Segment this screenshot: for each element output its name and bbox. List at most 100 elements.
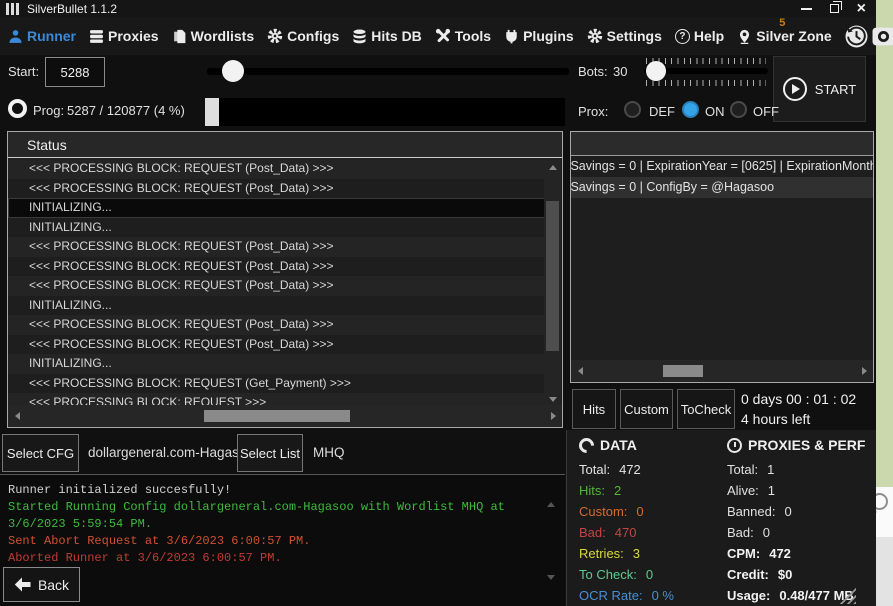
back-arrow-icon [14, 577, 31, 592]
menu-tools[interactable]: Tools [435, 28, 491, 44]
data-stats: DATA Total:472 Hits:2 Custom:0 Bad:470 R… [579, 437, 674, 606]
prog-label: Prog: [33, 103, 64, 118]
status-horizontal-scrollbar[interactable] [8, 405, 562, 427]
wordlist-name: MHQ [313, 445, 345, 460]
history-clock-icon[interactable] [845, 25, 868, 48]
scroll-right-arrow[interactable] [855, 360, 873, 382]
location-pin-icon [737, 29, 752, 44]
prox-def-label[interactable]: DEF [649, 104, 675, 119]
scrollbar-thumb[interactable] [204, 410, 350, 422]
menu-wordlists[interactable]: Wordlists [172, 28, 255, 44]
elapsed-time: 0 days 00 : 01 : 02 [741, 389, 856, 409]
log-line: Aborted Runner at 3/6/2023 6:00:57 PM. [8, 550, 557, 567]
prox-off-label[interactable]: OFF [753, 104, 779, 119]
stat-bad: Bad:470 [579, 522, 674, 543]
menu-help[interactable]: ? Help [675, 28, 724, 44]
bots-slider-thumb[interactable] [646, 61, 666, 81]
status-row[interactable]: INITIALIZING... [8, 296, 545, 316]
camera-icon[interactable] [872, 25, 893, 48]
capture-detail-panel: tSavings = 0 | ExpirationYear = [0625] |… [570, 131, 874, 383]
capture-row[interactable]: tSavings = 0 | ExpirationYear = [0625] |… [570, 156, 873, 177]
menu-plugins[interactable]: Plugins [504, 28, 574, 44]
progress-bar [205, 98, 565, 126]
plug-icon [504, 29, 519, 44]
document-icon [172, 29, 187, 44]
menu-hits-db[interactable]: Hits DB [352, 28, 422, 44]
status-list: <<< PROCESSING BLOCK: REQUEST (Post_Data… [8, 159, 545, 407]
scroll-right-arrow[interactable] [544, 405, 562, 427]
status-row-selected[interactable]: INITIALIZING... [8, 198, 545, 218]
menu-settings[interactable]: Settings [587, 28, 662, 44]
status-row[interactable]: <<< PROCESSING BLOCK: REQUEST (Post_Data… [8, 159, 545, 179]
log-line: Runner initialized succesfully! [8, 482, 557, 499]
screen: SilverBullet 1.1.2 × Runner Proxies Word… [0, 0, 893, 606]
bots-label: Bots: [578, 64, 608, 79]
scrollbar-thumb[interactable] [663, 365, 703, 377]
status-column-header: Status [8, 132, 562, 158]
capture-row-selected[interactable]: tSavings = 0 | ConfigBy = @Hagasoo [570, 177, 873, 198]
performance-icon [727, 438, 742, 453]
maximize-button[interactable] [830, 1, 839, 17]
stat-ocr-rate: OCR Rate:0 % [579, 585, 674, 606]
tab-custom[interactable]: Custom [620, 389, 673, 429]
perf-credit: Credit:$0 [727, 564, 865, 585]
start-slider-thumb[interactable] [222, 60, 244, 82]
proxy-banned: Banned:0 [727, 501, 865, 522]
runner-log: Runner initialized succesfully! Started … [0, 474, 565, 606]
app-logo-icon [6, 3, 19, 15]
silverbullet-window: SilverBullet 1.1.2 × Runner Proxies Word… [0, 0, 876, 606]
prox-on-label[interactable]: ON [705, 104, 725, 119]
menu-silver-zone[interactable]: 5 Silver Zone [737, 28, 831, 44]
status-row[interactable]: <<< PROCESSING BLOCK: REQUEST (Post_Data… [8, 257, 545, 277]
gear-icon [587, 28, 603, 44]
minimize-button[interactable] [801, 1, 812, 17]
tab-tocheck[interactable]: ToCheck [677, 389, 735, 429]
select-cfg-button[interactable]: Select CFG [2, 434, 79, 472]
back-button[interactable]: Back [3, 567, 80, 602]
runner-person-icon [8, 29, 23, 44]
proxy-bad: Bad:0 [727, 522, 865, 543]
prox-radio-on[interactable] [682, 101, 699, 118]
proxy-total: Total:1 [727, 459, 865, 480]
scrollbar-thumb[interactable] [546, 201, 559, 351]
status-row[interactable]: <<< PROCESSING BLOCK: REQUEST (Post_Data… [8, 179, 545, 199]
menu-runner[interactable]: Runner [8, 28, 76, 44]
bots-slider[interactable] [644, 68, 768, 74]
stat-tocheck: To Check:0 [579, 564, 674, 585]
scroll-up-arrow[interactable] [544, 159, 561, 175]
detail-horizontal-scrollbar[interactable] [571, 360, 873, 382]
status-row[interactable]: INITIALIZING... [8, 218, 545, 238]
stat-total: Total:472 [579, 459, 674, 480]
status-row[interactable]: <<< PROCESSING BLOCK: REQUEST (Post_Data… [8, 335, 545, 355]
scroll-left-arrow[interactable] [8, 405, 26, 427]
scroll-left-arrow[interactable] [571, 360, 589, 382]
status-row[interactable]: <<< PROCESSING BLOCK: REQUEST (Post_Data… [8, 237, 545, 257]
prox-radio-off[interactable] [730, 101, 747, 118]
menu-proxies[interactable]: Proxies [89, 28, 159, 44]
notification-badge: 5 [779, 17, 785, 29]
perf-cpm: CPM:472 [727, 543, 865, 564]
log-line: Sent Abort Request at 3/6/2023 6:00:57 P… [8, 533, 557, 550]
tab-hits[interactable]: Hits [572, 389, 616, 429]
status-row[interactable]: INITIALIZING... [8, 354, 545, 374]
scroll-down-arrow[interactable] [547, 579, 555, 596]
stats-panel: DATA Total:472 Hits:2 Custom:0 Bad:470 R… [566, 430, 876, 606]
select-list-button[interactable]: Select List [237, 434, 303, 472]
gear-icon [267, 28, 283, 44]
bots-slider-ticks [646, 58, 766, 64]
start-input[interactable] [45, 57, 105, 87]
status-row[interactable]: <<< PROCESSING BLOCK: REQUEST (Post_Data… [8, 276, 545, 296]
menu-configs[interactable]: Configs [267, 28, 339, 44]
start-slider[interactable] [207, 68, 569, 75]
prox-radio-def[interactable] [624, 101, 641, 118]
scroll-up-arrow[interactable] [547, 487, 555, 504]
prog-value: 5287 / 120877 (4 %) [67, 103, 185, 118]
status-row[interactable]: <<< PROCESSING BLOCK: REQUEST (Post_Data… [8, 315, 545, 335]
crossed-tools-icon [435, 28, 451, 44]
status-row[interactable]: <<< PROCESSING BLOCK: REQUEST (Get_Payme… [8, 374, 545, 394]
start-button[interactable]: START [773, 56, 866, 122]
ring-icon [576, 434, 597, 455]
close-button[interactable]: × [857, 1, 866, 17]
bots-slider-ticks [646, 80, 766, 86]
status-vertical-scrollbar[interactable] [544, 159, 561, 407]
